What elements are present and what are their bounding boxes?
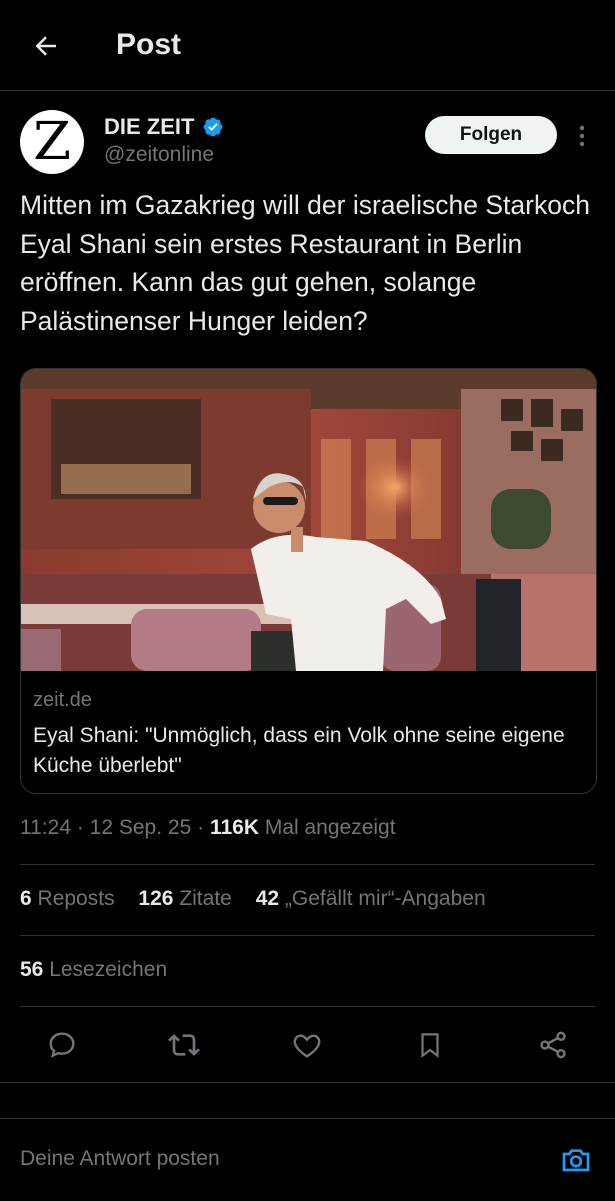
page-title: Post (116, 28, 182, 61)
verified-badge-icon (204, 117, 223, 137)
top-bar: Post (0, 0, 615, 91)
post-date[interactable]: 12 Sep. 25 (90, 816, 192, 839)
avatar[interactable]: Z (20, 110, 84, 174)
bookmark-icon[interactable] (413, 1028, 447, 1062)
like-icon[interactable] (290, 1028, 324, 1062)
bookmarks-stat[interactable]: 56 Lesezeichen (20, 958, 167, 982)
meta-separator: · (197, 816, 210, 839)
reply-bar (0, 1118, 615, 1201)
reply-input[interactable] (20, 1147, 520, 1171)
divider (20, 864, 595, 865)
more-options-icon[interactable] (572, 120, 592, 152)
post-text: Mitten im Gazakrieg will der israelische… (20, 190, 590, 336)
views-label: Mal angezeigt (264, 816, 396, 839)
card-domain: zeit.de (33, 689, 92, 711)
article-image[interactable] (21, 369, 596, 671)
likes-stat[interactable]: 42 „Gefällt mir“-Angaben (256, 887, 486, 910)
avatar-logo: Z (33, 112, 71, 172)
post-time[interactable]: 11:24 (20, 816, 71, 839)
post-meta: 11:24 · 12 Sep. 25 · 116K Mal angezeigt (20, 816, 396, 840)
camera-icon[interactable] (558, 1143, 594, 1177)
author-name-block[interactable]: DIE ZEIT (104, 114, 224, 140)
share-icon[interactable] (536, 1028, 570, 1062)
follow-button[interactable]: Folgen (425, 116, 557, 154)
repost-icon[interactable] (167, 1028, 201, 1062)
reply-icon[interactable] (45, 1028, 79, 1062)
engagement-stats: 6 Reposts 126 Zitate 42 „Gefällt mir“-An… (20, 887, 504, 911)
reposts-stat[interactable]: 6 Reposts (20, 887, 115, 910)
author-row: Z DIE ZEIT @zeitonline Folgen (20, 108, 595, 178)
author-handle[interactable]: @zeitonline (104, 143, 214, 167)
divider (0, 1082, 615, 1083)
meta-separator: · (76, 816, 90, 839)
action-bar (0, 1020, 615, 1070)
views-count: 116K (209, 816, 259, 839)
divider (20, 935, 595, 936)
card-title[interactable]: Eyal Shani: "Unmöglich, dass ein Volk oh… (33, 721, 583, 781)
back-arrow-icon[interactable] (26, 26, 66, 66)
link-card[interactable]: zeit.de Eyal Shani: "Unmöglich, dass ein… (20, 368, 597, 794)
quotes-stat[interactable]: 126 Zitate (138, 887, 231, 910)
divider (20, 1006, 595, 1007)
author-name[interactable]: DIE ZEIT (104, 114, 194, 140)
